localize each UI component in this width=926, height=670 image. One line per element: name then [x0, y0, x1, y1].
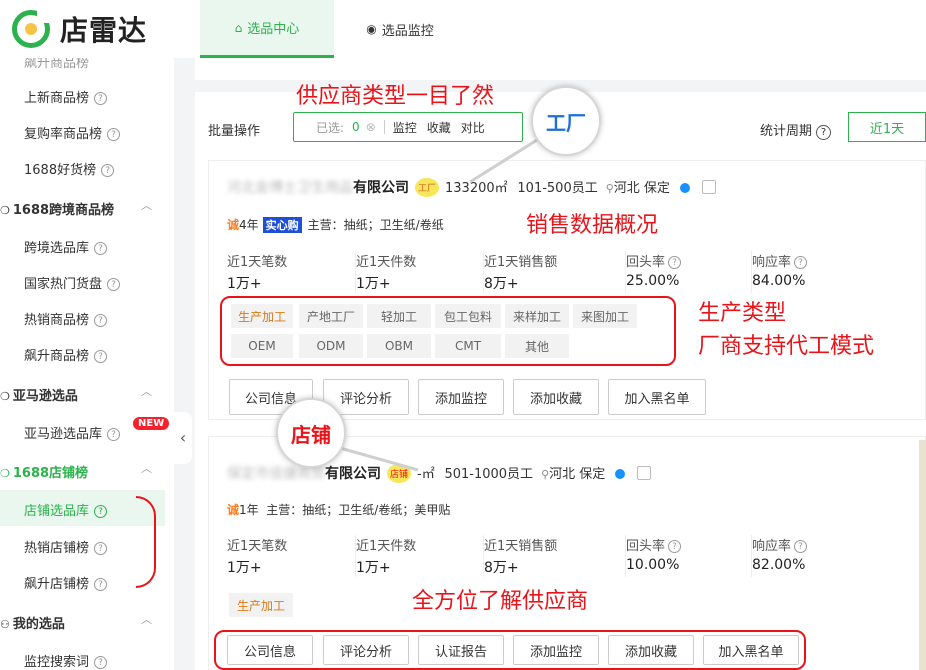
shop-callout: 店铺	[276, 398, 346, 468]
factory-callout: 工厂	[531, 86, 601, 156]
callout-lines	[339, 133, 546, 472]
callout-line-shop	[339, 446, 419, 472]
callout-line-factory	[469, 133, 546, 184]
